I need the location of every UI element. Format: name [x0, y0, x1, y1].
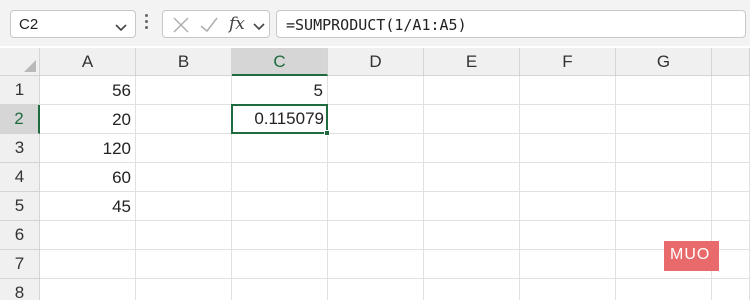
- row-header-1[interactable]: 1: [0, 76, 40, 105]
- column-header-g[interactable]: G: [616, 48, 712, 76]
- cell-f3[interactable]: [520, 134, 616, 163]
- cell-b4[interactable]: [136, 163, 232, 192]
- cell-d7[interactable]: [328, 250, 424, 279]
- cell-f6[interactable]: [520, 221, 616, 250]
- cell-a5[interactable]: 45: [40, 192, 136, 221]
- cell-b2[interactable]: [136, 105, 232, 134]
- cell-e4[interactable]: [424, 163, 520, 192]
- column-header-f[interactable]: F: [520, 48, 616, 76]
- insert-function-icon[interactable]: fx: [229, 14, 245, 34]
- cell-d1[interactable]: [328, 76, 424, 105]
- name-box-value: C2: [19, 16, 39, 33]
- cancel-icon[interactable]: [171, 15, 191, 40]
- cell-d5[interactable]: [328, 192, 424, 221]
- row-header-2[interactable]: 2: [0, 105, 40, 134]
- cell-c2[interactable]: 0.115079: [231, 104, 328, 134]
- cell-e1[interactable]: [424, 76, 520, 105]
- cell-e7[interactable]: [424, 250, 520, 279]
- cell-f4[interactable]: [520, 163, 616, 192]
- column-header-h[interactable]: [712, 48, 750, 76]
- cell-f7[interactable]: [520, 250, 616, 279]
- cell-e6[interactable]: [424, 221, 520, 250]
- cell-b5[interactable]: [136, 192, 232, 221]
- cell-d2[interactable]: [328, 105, 424, 134]
- cell-h2[interactable]: [712, 105, 750, 134]
- column-header-b[interactable]: B: [136, 48, 232, 76]
- row-header-8[interactable]: 8: [0, 279, 40, 300]
- row-header-3[interactable]: 3: [0, 134, 40, 163]
- cell-d8[interactable]: [328, 279, 424, 300]
- cell-e8[interactable]: [424, 279, 520, 300]
- cell-f5[interactable]: [520, 192, 616, 221]
- cell-h5[interactable]: [712, 192, 750, 221]
- row-header-6[interactable]: 6: [0, 221, 40, 250]
- cell-f1[interactable]: [520, 76, 616, 105]
- cell-c1[interactable]: 5: [232, 76, 328, 105]
- cell-d6[interactable]: [328, 221, 424, 250]
- logo-text: MUO: [670, 246, 711, 263]
- cell-g2[interactable]: [616, 105, 712, 134]
- cell-a6[interactable]: [40, 221, 136, 250]
- cell-e3[interactable]: [424, 134, 520, 163]
- cell-g3[interactable]: [616, 134, 712, 163]
- cell-g1[interactable]: [616, 76, 712, 105]
- cell-h8[interactable]: [712, 279, 750, 300]
- cell-h4[interactable]: [712, 163, 750, 192]
- cell-d3[interactable]: [328, 134, 424, 163]
- column-header-e[interactable]: E: [424, 48, 520, 76]
- cell-b8[interactable]: [136, 279, 232, 300]
- cell-c3[interactable]: [232, 134, 328, 163]
- cell-b7[interactable]: [136, 250, 232, 279]
- column-header-c[interactable]: C: [232, 48, 328, 76]
- cell-a8[interactable]: [40, 279, 136, 300]
- formula-bar-area: C2 fx =SUMPRODUCT(1/A1:A5): [0, 0, 750, 46]
- cell-c6[interactable]: [232, 221, 328, 250]
- cell-c8[interactable]: [232, 279, 328, 300]
- chevron-down-icon[interactable]: [253, 19, 265, 37]
- cell-f8[interactable]: [520, 279, 616, 300]
- cell-g4[interactable]: [616, 163, 712, 192]
- column-header-a[interactable]: A: [40, 48, 136, 76]
- formula-input[interactable]: =SUMPRODUCT(1/A1:A5): [276, 10, 746, 38]
- cell-g5[interactable]: [616, 192, 712, 221]
- cell-b6[interactable]: [136, 221, 232, 250]
- row-header-5[interactable]: 5: [0, 192, 40, 221]
- cell-e2[interactable]: [424, 105, 520, 134]
- cell-c7[interactable]: [232, 250, 328, 279]
- muo-logo: MUO: [664, 241, 719, 271]
- formula-text: =SUMPRODUCT(1/A1:A5): [286, 16, 467, 34]
- cell-c5[interactable]: [232, 192, 328, 221]
- cell-a2[interactable]: 20: [40, 105, 136, 134]
- cell-g8[interactable]: [616, 279, 712, 300]
- row-header-7[interactable]: 7: [0, 250, 40, 279]
- cell-e5[interactable]: [424, 192, 520, 221]
- formula-buttons: fx: [162, 10, 270, 38]
- cell-a1[interactable]: 56: [40, 76, 136, 105]
- cell-d4[interactable]: [328, 163, 424, 192]
- select-all-button[interactable]: [0, 48, 40, 76]
- cell-a3[interactable]: 120: [40, 134, 136, 163]
- cell-a7[interactable]: [40, 250, 136, 279]
- cell-b1[interactable]: [136, 76, 232, 105]
- chevron-down-icon[interactable]: [115, 20, 127, 38]
- cell-b3[interactable]: [136, 134, 232, 163]
- cell-h1[interactable]: [712, 76, 750, 105]
- check-icon[interactable]: [199, 15, 219, 40]
- cell-h3[interactable]: [712, 134, 750, 163]
- drag-handle-icon[interactable]: [145, 14, 148, 32]
- spreadsheet-grid: A B C D E F G 1 2 3 4 5 6 7 8 56 5 20 0.115…: [0, 48, 750, 300]
- cell-c4[interactable]: [232, 163, 328, 192]
- name-box[interactable]: C2: [10, 10, 136, 38]
- cell-f2[interactable]: [520, 105, 616, 134]
- column-header-d[interactable]: D: [328, 48, 424, 76]
- fill-handle[interactable]: [324, 130, 330, 136]
- cell-a4[interactable]: 60: [40, 163, 136, 192]
- row-header-4[interactable]: 4: [0, 163, 40, 192]
